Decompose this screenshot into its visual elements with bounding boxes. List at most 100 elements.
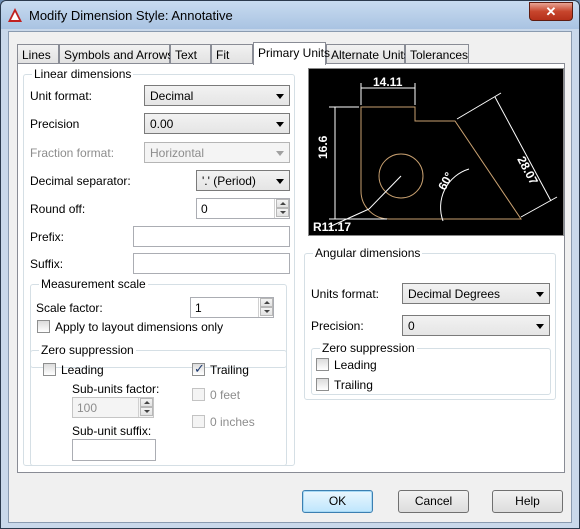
angular-trailing-checkbox[interactable]: Trailing — [316, 378, 373, 392]
round-off-input[interactable]: 0 — [196, 198, 290, 219]
dialog-window: Modify Dimension Style: Annotative ✕ Lin… — [0, 0, 580, 529]
subunits-spinner — [138, 398, 153, 417]
chevron-down-icon — [276, 151, 284, 156]
suffix-label: Suffix: — [30, 257, 64, 271]
group-label: Linear dimensions — [32, 67, 134, 81]
group-label: Zero suppression — [39, 343, 136, 357]
checkbox-label: 0 inches — [210, 415, 255, 429]
subunit-suffix-label: Sub-unit suffix: — [72, 424, 152, 438]
preview-dim-right: 28.07 — [514, 154, 541, 187]
preview-dim-top: 14.11 — [373, 75, 403, 89]
spin-up-icon — [140, 398, 153, 407]
tab-text[interactable]: Text — [170, 44, 211, 64]
apply-layout-checkbox[interactable]: Apply to layout dimensions only — [37, 320, 223, 334]
angular-leading-checkbox[interactable]: Leading — [316, 358, 377, 372]
unit-format-label: Unit format: — [30, 89, 93, 103]
checkbox-box — [192, 388, 205, 401]
chevron-down-icon — [276, 179, 284, 184]
scale-factor-input[interactable]: 1 — [190, 297, 274, 318]
input-value: 0 — [201, 202, 208, 216]
spin-up-icon[interactable] — [276, 199, 289, 208]
checkbox-label: Leading — [334, 358, 377, 372]
preview-drawing: 14.11 16.6 28.07 60° R11.17 — [313, 75, 558, 234]
subunit-suffix-input[interactable] — [72, 439, 156, 461]
angular-precision-label: Precision: — [311, 319, 364, 333]
preview-radius: R11.17 — [313, 220, 351, 234]
select-value: 0 — [408, 319, 415, 333]
leading-checkbox[interactable]: Leading — [43, 363, 104, 377]
window-title: Modify Dimension Style: Annotative — [29, 8, 233, 23]
round-off-spinner[interactable] — [274, 199, 289, 218]
tab-lines[interactable]: Lines — [17, 44, 59, 64]
tab-fit[interactable]: Fit — [211, 44, 253, 64]
trailing-checkbox[interactable]: Trailing — [192, 361, 249, 377]
zero-inches-checkbox: 0 inches — [192, 415, 255, 429]
input-value: 1 — [195, 301, 202, 315]
chevron-down-icon — [536, 324, 544, 329]
tab-symbols-and-arrows[interactable]: Symbols and Arrows — [59, 44, 174, 64]
preview-angle: 60° — [435, 170, 456, 193]
fraction-format-select: Horizontal — [144, 142, 290, 163]
tab-label: Text — [175, 48, 198, 62]
checkbox-box[interactable] — [37, 320, 50, 333]
autocad-app-icon — [8, 8, 22, 22]
scale-factor-spinner[interactable] — [258, 298, 273, 317]
cancel-button[interactable]: Cancel — [398, 490, 469, 513]
scale-factor-label: Scale factor: — [36, 301, 103, 315]
spin-down-icon[interactable] — [276, 208, 289, 217]
subunits-factor-label: Sub-units factor: — [72, 382, 160, 396]
close-button[interactable]: ✕ — [529, 2, 573, 21]
spin-down-icon — [140, 407, 153, 416]
angular-units-format-label: Units format: — [311, 287, 380, 301]
prefix-input[interactable] — [133, 226, 290, 247]
spin-down-icon[interactable] — [260, 307, 273, 316]
tab-label: Alternate Units — [331, 48, 410, 62]
checkbox-checked-icon[interactable] — [192, 361, 205, 377]
round-off-label: Round off: — [30, 202, 86, 216]
tab-label: Symbols and Arrows — [64, 48, 174, 62]
ok-button[interactable]: OK — [302, 490, 373, 513]
angular-precision-select[interactable]: 0 — [402, 315, 550, 336]
angular-units-format-select[interactable]: Decimal Degrees — [402, 283, 550, 304]
select-value: '.' (Period) — [202, 174, 256, 188]
fraction-format-label: Fraction format: — [30, 146, 115, 160]
checkbox-label: 0 feet — [210, 388, 241, 402]
subunits-factor-input: 100 — [72, 397, 154, 418]
tab-label: Primary Units — [258, 46, 331, 60]
checkbox-box[interactable] — [43, 363, 56, 376]
checkbox-label: Apply to layout dimensions only — [55, 320, 224, 334]
group-label: Angular dimensions — [313, 246, 423, 260]
dimension-preview: 14.11 16.6 28.07 60° R11.17 — [308, 68, 564, 236]
chevron-down-icon — [276, 122, 284, 127]
tab-alternate-units[interactable]: Alternate Units — [326, 44, 410, 64]
tab-tolerances[interactable]: Tolerances — [405, 44, 469, 64]
unit-format-select[interactable]: Decimal — [144, 85, 290, 106]
chevron-down-icon — [276, 94, 284, 99]
select-value: Horizontal — [150, 146, 205, 160]
spin-up-icon[interactable] — [260, 298, 273, 307]
group-label: Zero suppression — [320, 341, 417, 355]
title-bar[interactable]: Modify Dimension Style: Annotative ✕ — [1, 1, 579, 29]
tab-label: Fit — [216, 48, 230, 62]
tab-label: Tolerances — [410, 48, 469, 62]
checkbox-box[interactable] — [316, 358, 329, 371]
checkbox-label: Trailing — [210, 363, 249, 377]
checkbox-label: Leading — [61, 363, 104, 377]
help-button[interactable]: Help — [492, 490, 563, 513]
suffix-input[interactable] — [133, 253, 290, 274]
tab-primary-units[interactable]: Primary Units — [253, 42, 330, 65]
decimal-separator-select[interactable]: '.' (Period) — [196, 170, 290, 191]
prefix-label: Prefix: — [30, 230, 65, 244]
chevron-down-icon — [536, 292, 544, 297]
select-value: Decimal — [150, 89, 194, 103]
precision-label: Precision — [30, 117, 80, 131]
select-value: Decimal Degrees — [408, 287, 501, 301]
dialog-client: Lines Symbols and Arrows Text Fit Primar… — [8, 31, 572, 523]
checkbox-box[interactable] — [316, 378, 329, 391]
select-value: 0.00 — [150, 117, 174, 131]
preview-dim-left: 16.6 — [316, 135, 330, 159]
checkbox-label: Trailing — [334, 378, 373, 392]
zero-feet-checkbox: 0 feet — [192, 388, 240, 402]
precision-select[interactable]: 0.00 — [144, 113, 290, 134]
input-value: 100 — [77, 401, 98, 415]
